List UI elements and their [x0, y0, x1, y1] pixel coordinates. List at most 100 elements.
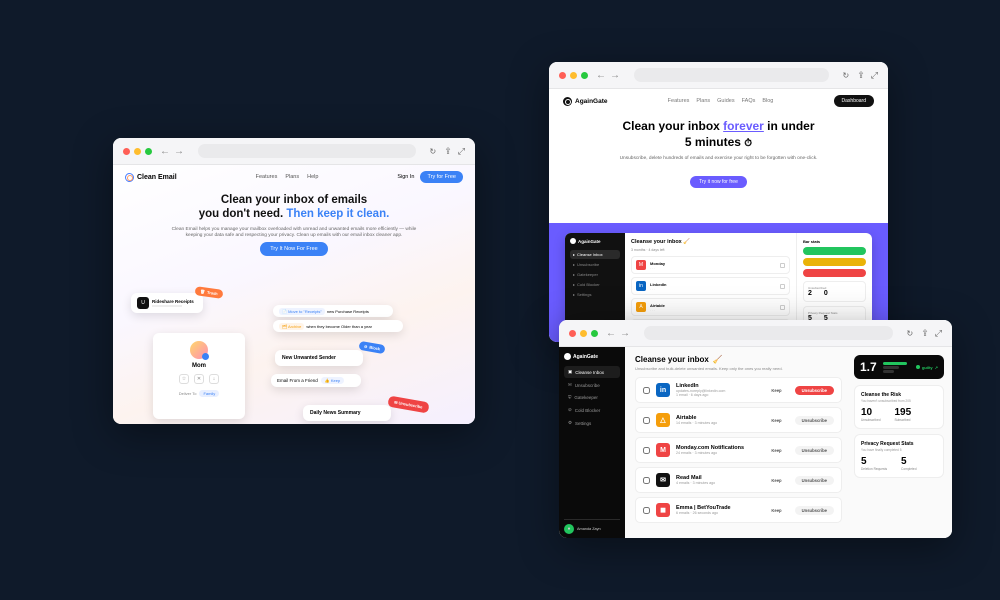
keep-button[interactable]: Keep: [764, 476, 788, 485]
family-pill[interactable]: Family: [199, 390, 219, 397]
trash-icon: 🗑: [200, 289, 206, 295]
logo-icon: [563, 97, 572, 106]
keep-chip[interactable]: 👍 Keep: [321, 377, 344, 384]
forward-icon[interactable]: →: [174, 146, 184, 157]
minimize-dot-icon[interactable]: [134, 148, 141, 155]
stat-number: 5: [861, 456, 887, 467]
expand-icon[interactable]: ⤢: [871, 70, 878, 81]
nav-link[interactable]: Blog: [762, 98, 773, 104]
block-tag[interactable]: ⊘Block: [358, 341, 385, 354]
back-icon[interactable]: ←: [606, 328, 616, 339]
againgate-logo[interactable]: AgainGate: [564, 353, 620, 360]
sender-row[interactable]: AAirtable· · ·: [631, 298, 790, 316]
risk-score-card: 1.7 guilty↗: [854, 355, 944, 379]
shield-icon: ⛨: [568, 395, 571, 400]
unsubscribe-button[interactable]: Unsubscribe: [795, 476, 834, 485]
download-icon[interactable]: ↓: [209, 374, 219, 384]
hero-cta-button[interactable]: Try it now for free: [690, 176, 747, 188]
close-dot-icon[interactable]: [123, 148, 130, 155]
sender-row[interactable]: inLinkedIn· · ·: [631, 277, 790, 295]
unsubscribe-button[interactable]: Unsubscribe: [795, 386, 834, 395]
nav-link[interactable]: FAQs: [742, 98, 756, 104]
sidebar-item[interactable]: ▸Settings: [570, 290, 620, 299]
address-bar[interactable]: [644, 326, 893, 340]
keep-button[interactable]: Keep: [764, 506, 788, 515]
forward-icon[interactable]: →: [620, 328, 630, 339]
checkbox[interactable]: [780, 305, 785, 310]
sidebar-item-unsub[interactable]: ✉Unsubscribe: [564, 379, 620, 391]
star-icon[interactable]: ☆: [179, 374, 189, 384]
dashboard-button[interactable]: Dashboard: [834, 95, 874, 107]
sidebar-item-cleanse[interactable]: ▣Cleanse Inbox: [564, 366, 620, 378]
sender-meta: 14 emails · 3 minutes ago: [676, 421, 758, 425]
hero-cta-button[interactable]: Try It Now For Free: [260, 242, 327, 256]
stat-bar: [803, 258, 866, 266]
nav-link[interactable]: Guides: [717, 98, 734, 104]
sidebar-item[interactable]: ▸Gatekeeper: [570, 270, 620, 279]
nav-link[interactable]: Features: [668, 98, 690, 104]
address-bar[interactable]: [198, 144, 416, 158]
unsubscribe-tag[interactable]: ✉ Unsubscribe: [387, 396, 429, 414]
keep-button[interactable]: Keep: [764, 416, 788, 425]
expand-icon[interactable]: ⤢: [458, 146, 465, 157]
address-bar[interactable]: [634, 68, 829, 82]
maximize-dot-icon[interactable]: [581, 72, 588, 79]
sign-in-link[interactable]: Sign In: [397, 174, 414, 180]
checkbox[interactable]: [780, 284, 785, 289]
browser-chrome: ← → ↻ ⇪ ⤢: [549, 62, 888, 89]
keep-button[interactable]: Keep: [764, 386, 788, 395]
sidebar-item[interactable]: ▸Unsubscribe: [570, 260, 620, 269]
nav-link[interactable]: Plans: [285, 174, 299, 180]
expand-icon[interactable]: ⤢: [935, 328, 942, 339]
mute-icon[interactable]: ✕: [194, 374, 204, 384]
title-text: Cleanse your inbox: [635, 355, 709, 364]
unsubscribe-button[interactable]: Unsubscribe: [795, 416, 834, 425]
back-icon[interactable]: ←: [160, 146, 170, 157]
againgate-logo[interactable]: AgainGate: [563, 97, 608, 106]
nav-link[interactable]: Help: [307, 174, 318, 180]
close-dot-icon[interactable]: [569, 330, 576, 337]
close-dot-icon[interactable]: [559, 72, 566, 79]
back-icon[interactable]: ←: [596, 70, 606, 81]
sidebar-label: Cleanse Inbox: [577, 252, 603, 257]
sidebar-label: Cleanse Inbox: [575, 370, 604, 375]
clean-email-logo[interactable]: Clean Email: [125, 173, 177, 182]
unsubscribe-button[interactable]: Unsubscribe: [795, 506, 834, 515]
card-title: Email From a Friend: [277, 378, 318, 383]
nav-link[interactable]: Plans: [696, 98, 710, 104]
row-checkbox[interactable]: [643, 447, 650, 454]
reload-icon[interactable]: ↻: [907, 329, 914, 338]
site-nav: Clean Email Features Plans Help Sign In …: [113, 165, 475, 189]
row-checkbox[interactable]: [643, 417, 650, 424]
sidebar-item[interactable]: ▸Cold Blocker: [570, 280, 620, 289]
gear-icon: ⚙: [568, 420, 572, 426]
score-value: 1.7: [860, 360, 877, 374]
headline-line2a: you don't need.: [199, 208, 287, 220]
checkbox[interactable]: [780, 263, 785, 268]
try-free-button[interactable]: Try for Free: [420, 171, 463, 183]
share-icon[interactable]: ⇪: [921, 328, 929, 339]
sidebar-item-cold[interactable]: ⊘Cold Blocker: [564, 404, 620, 416]
unsubscribe-button[interactable]: Unsubscribe: [795, 446, 834, 455]
sidebar-item[interactable]: ▸Cleanse Inbox: [570, 250, 620, 259]
row-checkbox[interactable]: [643, 477, 650, 484]
maximize-dot-icon[interactable]: [145, 148, 152, 155]
minimize-dot-icon[interactable]: [580, 330, 587, 337]
share-icon[interactable]: ⇪: [444, 146, 452, 157]
user-badge[interactable]: ●Amanda Zayn: [564, 519, 620, 534]
forward-icon[interactable]: →: [610, 70, 620, 81]
reload-icon[interactable]: ↻: [843, 71, 850, 80]
sidebar-item-settings[interactable]: ⚙Settings: [564, 417, 620, 429]
share-icon[interactable]: ⇪: [857, 70, 865, 81]
nav-link[interactable]: Features: [256, 174, 278, 180]
minimize-dot-icon[interactable]: [570, 72, 577, 79]
sidebar-item-gatekeeper[interactable]: ⛨Gatekeeper: [564, 392, 620, 403]
sender-row[interactable]: MMonday· · ·: [631, 256, 790, 274]
row-checkbox[interactable]: [643, 387, 650, 394]
reload-icon[interactable]: ↻: [430, 147, 437, 156]
keep-button[interactable]: Keep: [764, 446, 788, 455]
stat-number: 195: [895, 407, 912, 418]
maximize-dot-icon[interactable]: [591, 330, 598, 337]
row-checkbox[interactable]: [643, 507, 650, 514]
browser-chrome: ← → ↻ ⇪ ⤢: [113, 138, 475, 165]
